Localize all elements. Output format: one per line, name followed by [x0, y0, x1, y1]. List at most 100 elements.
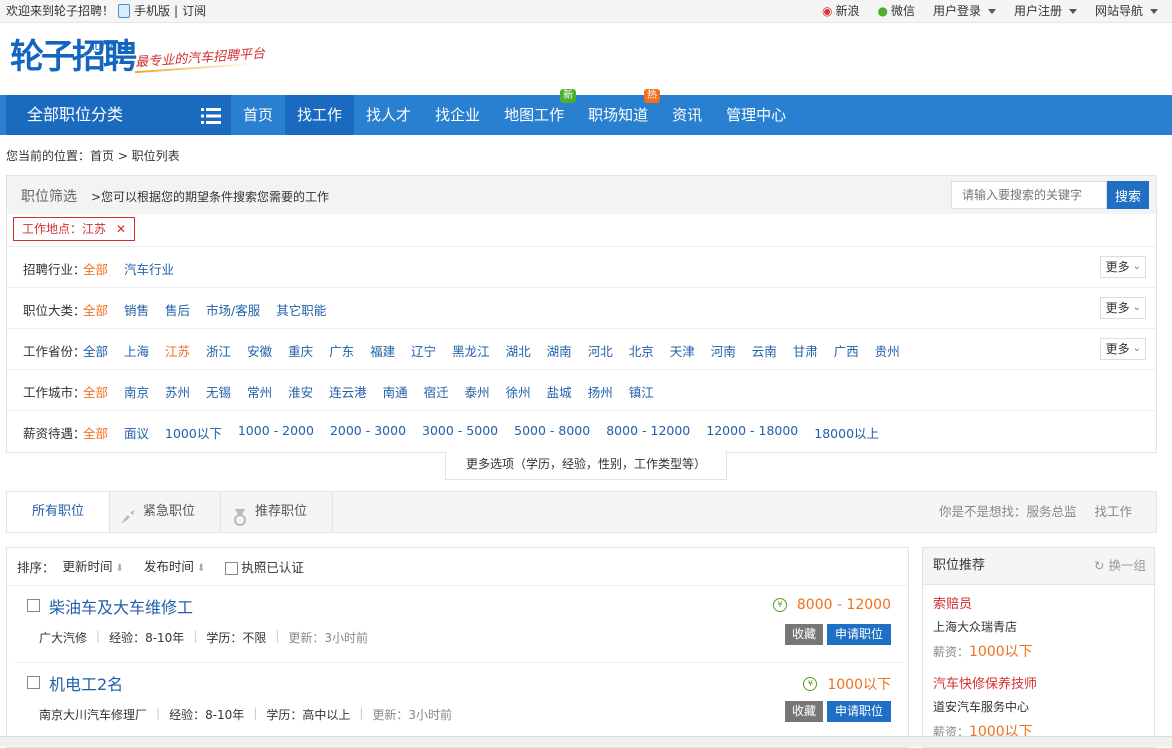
suggest-link-find-job[interactable]: 找工作 — [1094, 492, 1132, 532]
mobile-link[interactable]: 手机版 — [134, 0, 170, 22]
filter-option[interactable]: 上海 — [124, 341, 149, 360]
filter-option[interactable]: 广西 — [834, 341, 859, 360]
filter-option[interactable]: 销售 — [124, 300, 149, 319]
filter-option[interactable]: 江苏 — [165, 341, 190, 360]
apply-button[interactable]: 申请职位 — [826, 701, 891, 722]
filter-option[interactable]: 全部 — [83, 259, 108, 278]
filter-option[interactable]: 云南 — [752, 341, 777, 360]
recommended-item[interactable]: 汽车快修保养技师 道安汽车服务中心 薪资：1000以下 — [933, 673, 1143, 741]
filter-option[interactable]: 全部 — [83, 423, 108, 442]
filter-option[interactable]: 南京 — [124, 382, 149, 401]
filter-option[interactable]: 天津 — [670, 341, 695, 360]
filter-option[interactable]: 徐州 — [506, 382, 531, 401]
job-row[interactable]: 机电工2名 南京大川汽车修理厂 | 经验：8-10年 | 学历：高中以上 | 更新：3… — [15, 663, 903, 739]
filter-option[interactable]: 福建 — [370, 341, 395, 360]
more-options-toggle[interactable]: 更多选项（学历，经验，性别，工作类型等） — [445, 451, 727, 480]
filter-option[interactable]: 安徽 — [247, 341, 272, 360]
search-input[interactable] — [951, 181, 1107, 209]
filter-option[interactable]: 全部 — [83, 341, 108, 360]
job-title[interactable]: 柴油车及大车维修工 — [49, 594, 193, 618]
register-menu[interactable]: 用户注册 — [1014, 0, 1077, 22]
job-row[interactable]: 柴油车及大车维修工 广大汽修 | 经验：8-10年 | 学历：不限 | 更新：3小时前… — [15, 586, 903, 663]
nav-news[interactable]: 资讯 — [660, 95, 714, 135]
more-button[interactable]: 更多 ⌄ — [1099, 297, 1146, 319]
filter-option[interactable]: 8000 - 12000 — [606, 423, 690, 442]
logo[interactable]: 轮子招聘 lunzi.cc — [10, 37, 137, 77]
job-checkbox[interactable] — [27, 599, 40, 612]
filter-option[interactable]: 镇江 — [629, 382, 654, 401]
filter-option[interactable]: 河南 — [711, 341, 736, 360]
apply-button[interactable]: 申请职位 — [826, 624, 891, 645]
filter-option[interactable]: 面议 — [124, 423, 149, 442]
filter-option[interactable]: 苏州 — [165, 382, 190, 401]
filter-option[interactable]: 广东 — [329, 341, 354, 360]
filter-option[interactable]: 黑龙江 — [452, 341, 490, 360]
filter-option[interactable]: 12000 - 18000 — [706, 423, 798, 442]
refresh-button[interactable]: ↻ 换一组 — [1094, 548, 1146, 584]
filter-option[interactable]: 重庆 — [288, 341, 313, 360]
filter-option[interactable]: 汽车行业 — [124, 259, 174, 278]
weibo-link[interactable]: ◉ 新浪 — [822, 0, 860, 22]
suggest-link-service-director[interactable]: 服务总监 — [1026, 492, 1076, 532]
more-button[interactable]: 更多 ⌄ — [1099, 256, 1146, 278]
filter-option[interactable]: 贵州 — [875, 341, 900, 360]
nav-home[interactable]: 首页 — [231, 95, 285, 135]
filter-option[interactable]: 甘肃 — [793, 341, 818, 360]
filter-option[interactable]: 5000 - 8000 — [514, 423, 590, 442]
site-nav-menu[interactable]: 网站导航 — [1095, 0, 1158, 22]
subscribe-link[interactable]: 订阅 — [182, 0, 206, 22]
licensed-checkbox[interactable] — [225, 562, 239, 575]
horizontal-scrollbar[interactable] — [0, 736, 1172, 747]
filter-option[interactable]: 湖北 — [506, 341, 531, 360]
recommended-job-title[interactable]: 索赔员 — [933, 593, 1143, 612]
filter-option[interactable]: 2000 - 3000 — [330, 423, 406, 442]
wechat-link[interactable]: ● 微信 — [877, 0, 915, 22]
tab-all-jobs[interactable]: 所有职位 — [7, 492, 110, 532]
filter-option[interactable]: 浙江 — [206, 341, 231, 360]
search-button[interactable]: 搜索 — [1107, 181, 1149, 209]
filter-option[interactable]: 河北 — [588, 341, 613, 360]
filter-option[interactable]: 南通 — [383, 382, 408, 401]
filter-option[interactable]: 全部 — [83, 382, 108, 401]
nav-find-talent[interactable]: 找人才 — [354, 95, 423, 135]
filter-option[interactable]: 常州 — [247, 382, 272, 401]
nav-map-jobs[interactable]: 地图工作 新 — [492, 89, 577, 135]
nav-find-company[interactable]: 找企业 — [423, 95, 492, 135]
filter-option[interactable]: 辽宁 — [411, 341, 436, 360]
job-title[interactable]: 机电工2名 — [49, 671, 123, 695]
filter-option[interactable]: 18000以上 — [814, 423, 879, 442]
nav-find-job[interactable]: 找工作 — [285, 95, 355, 135]
job-checkbox[interactable] — [27, 676, 40, 689]
licensed-filter[interactable]: 执照已认证 — [225, 549, 304, 586]
sort-updated[interactable]: 更新时间 ⬇ — [63, 548, 124, 587]
favorite-button[interactable]: 收藏 — [784, 701, 823, 722]
filter-option[interactable]: 无锡 — [206, 382, 231, 401]
filter-option[interactable]: 泰州 — [465, 382, 490, 401]
filter-option[interactable]: 3000 - 5000 — [422, 423, 498, 442]
nav-career-qa[interactable]: 职场知道 热 — [576, 89, 661, 135]
close-icon[interactable]: ✕ — [116, 222, 126, 236]
category-menu[interactable]: 全部职位分类 — [6, 95, 231, 135]
filter-option[interactable]: 1000以下 — [165, 423, 222, 442]
job-company[interactable]: 南京大川汽车修理厂 — [39, 706, 147, 723]
filter-option[interactable]: 淮安 — [288, 382, 313, 401]
selected-filter-tag[interactable]: 工作地点：江苏 ✕ — [13, 217, 136, 241]
recommended-item[interactable]: 索赔员 上海大众瑞青店 薪资：1000以下 — [933, 593, 1143, 661]
filter-option[interactable]: 盐城 — [547, 382, 572, 401]
filter-option[interactable]: 湖南 — [547, 341, 572, 360]
favorite-button[interactable]: 收藏 — [784, 624, 823, 645]
filter-option[interactable]: 连云港 — [329, 382, 367, 401]
recommended-job-title[interactable]: 汽车快修保养技师 — [933, 673, 1143, 692]
filter-option[interactable]: 北京 — [629, 341, 654, 360]
tab-recommended-jobs[interactable]: 推荐职位 — [221, 492, 333, 532]
nav-admin[interactable]: 管理中心 — [714, 95, 798, 135]
filter-option[interactable]: 1000 - 2000 — [238, 423, 314, 442]
more-button[interactable]: 更多 ⌄ — [1099, 338, 1146, 360]
filter-option[interactable]: 市场/客服 — [206, 300, 260, 319]
filter-option[interactable]: 宿迁 — [424, 382, 449, 401]
tab-urgent-jobs[interactable]: 紧急职位 — [109, 492, 221, 532]
filter-option[interactable]: 售后 — [165, 300, 190, 319]
login-menu[interactable]: 用户登录 — [933, 0, 996, 22]
sort-published[interactable]: 发布时间 ⬇ — [144, 548, 205, 587]
filter-option[interactable]: 其它职能 — [276, 300, 326, 319]
